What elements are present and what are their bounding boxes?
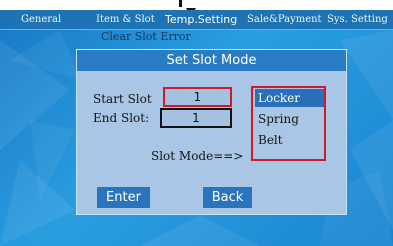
- mode-option-spring[interactable]: Spring: [255, 110, 324, 128]
- start-slot-input[interactable]: 1: [163, 87, 232, 107]
- enter-button[interactable]: Enter: [97, 187, 150, 208]
- start-slot-label: Start Slot: [93, 92, 152, 106]
- set-slot-mode-dialog: Set Slot Mode Start Slot 1 End Slot: 1 S…: [76, 49, 347, 215]
- tab-temp-setting[interactable]: Temp.Setting: [165, 10, 237, 29]
- tab-general[interactable]: General: [21, 10, 61, 29]
- tab-item-slot[interactable]: Item & Slot: [96, 10, 155, 29]
- mode-option-belt[interactable]: Belt: [255, 131, 324, 149]
- dialog-title: Set Slot Mode: [77, 50, 346, 71]
- tab-sys-setting[interactable]: Sys. Setting: [327, 10, 388, 29]
- screen: General Item & Slot Temp.Setting Sale&Pa…: [0, 0, 393, 246]
- tab-bar: General Item & Slot Temp.Setting Sale&Pa…: [0, 10, 393, 30]
- tab-sale-payment[interactable]: Sale&Payment: [247, 10, 322, 29]
- end-slot-input[interactable]: 1: [160, 108, 232, 128]
- end-slot-label: End Slot:: [93, 111, 150, 125]
- slot-mode-list[interactable]: Locker Spring Belt: [251, 86, 326, 161]
- back-button[interactable]: Back: [203, 187, 252, 208]
- top-strip: [0, 0, 393, 10]
- slot-mode-label: Slot Mode==>: [151, 149, 244, 163]
- clear-slot-error-item[interactable]: Clear Slot Error: [101, 30, 191, 44]
- mode-option-locker[interactable]: Locker: [255, 89, 324, 107]
